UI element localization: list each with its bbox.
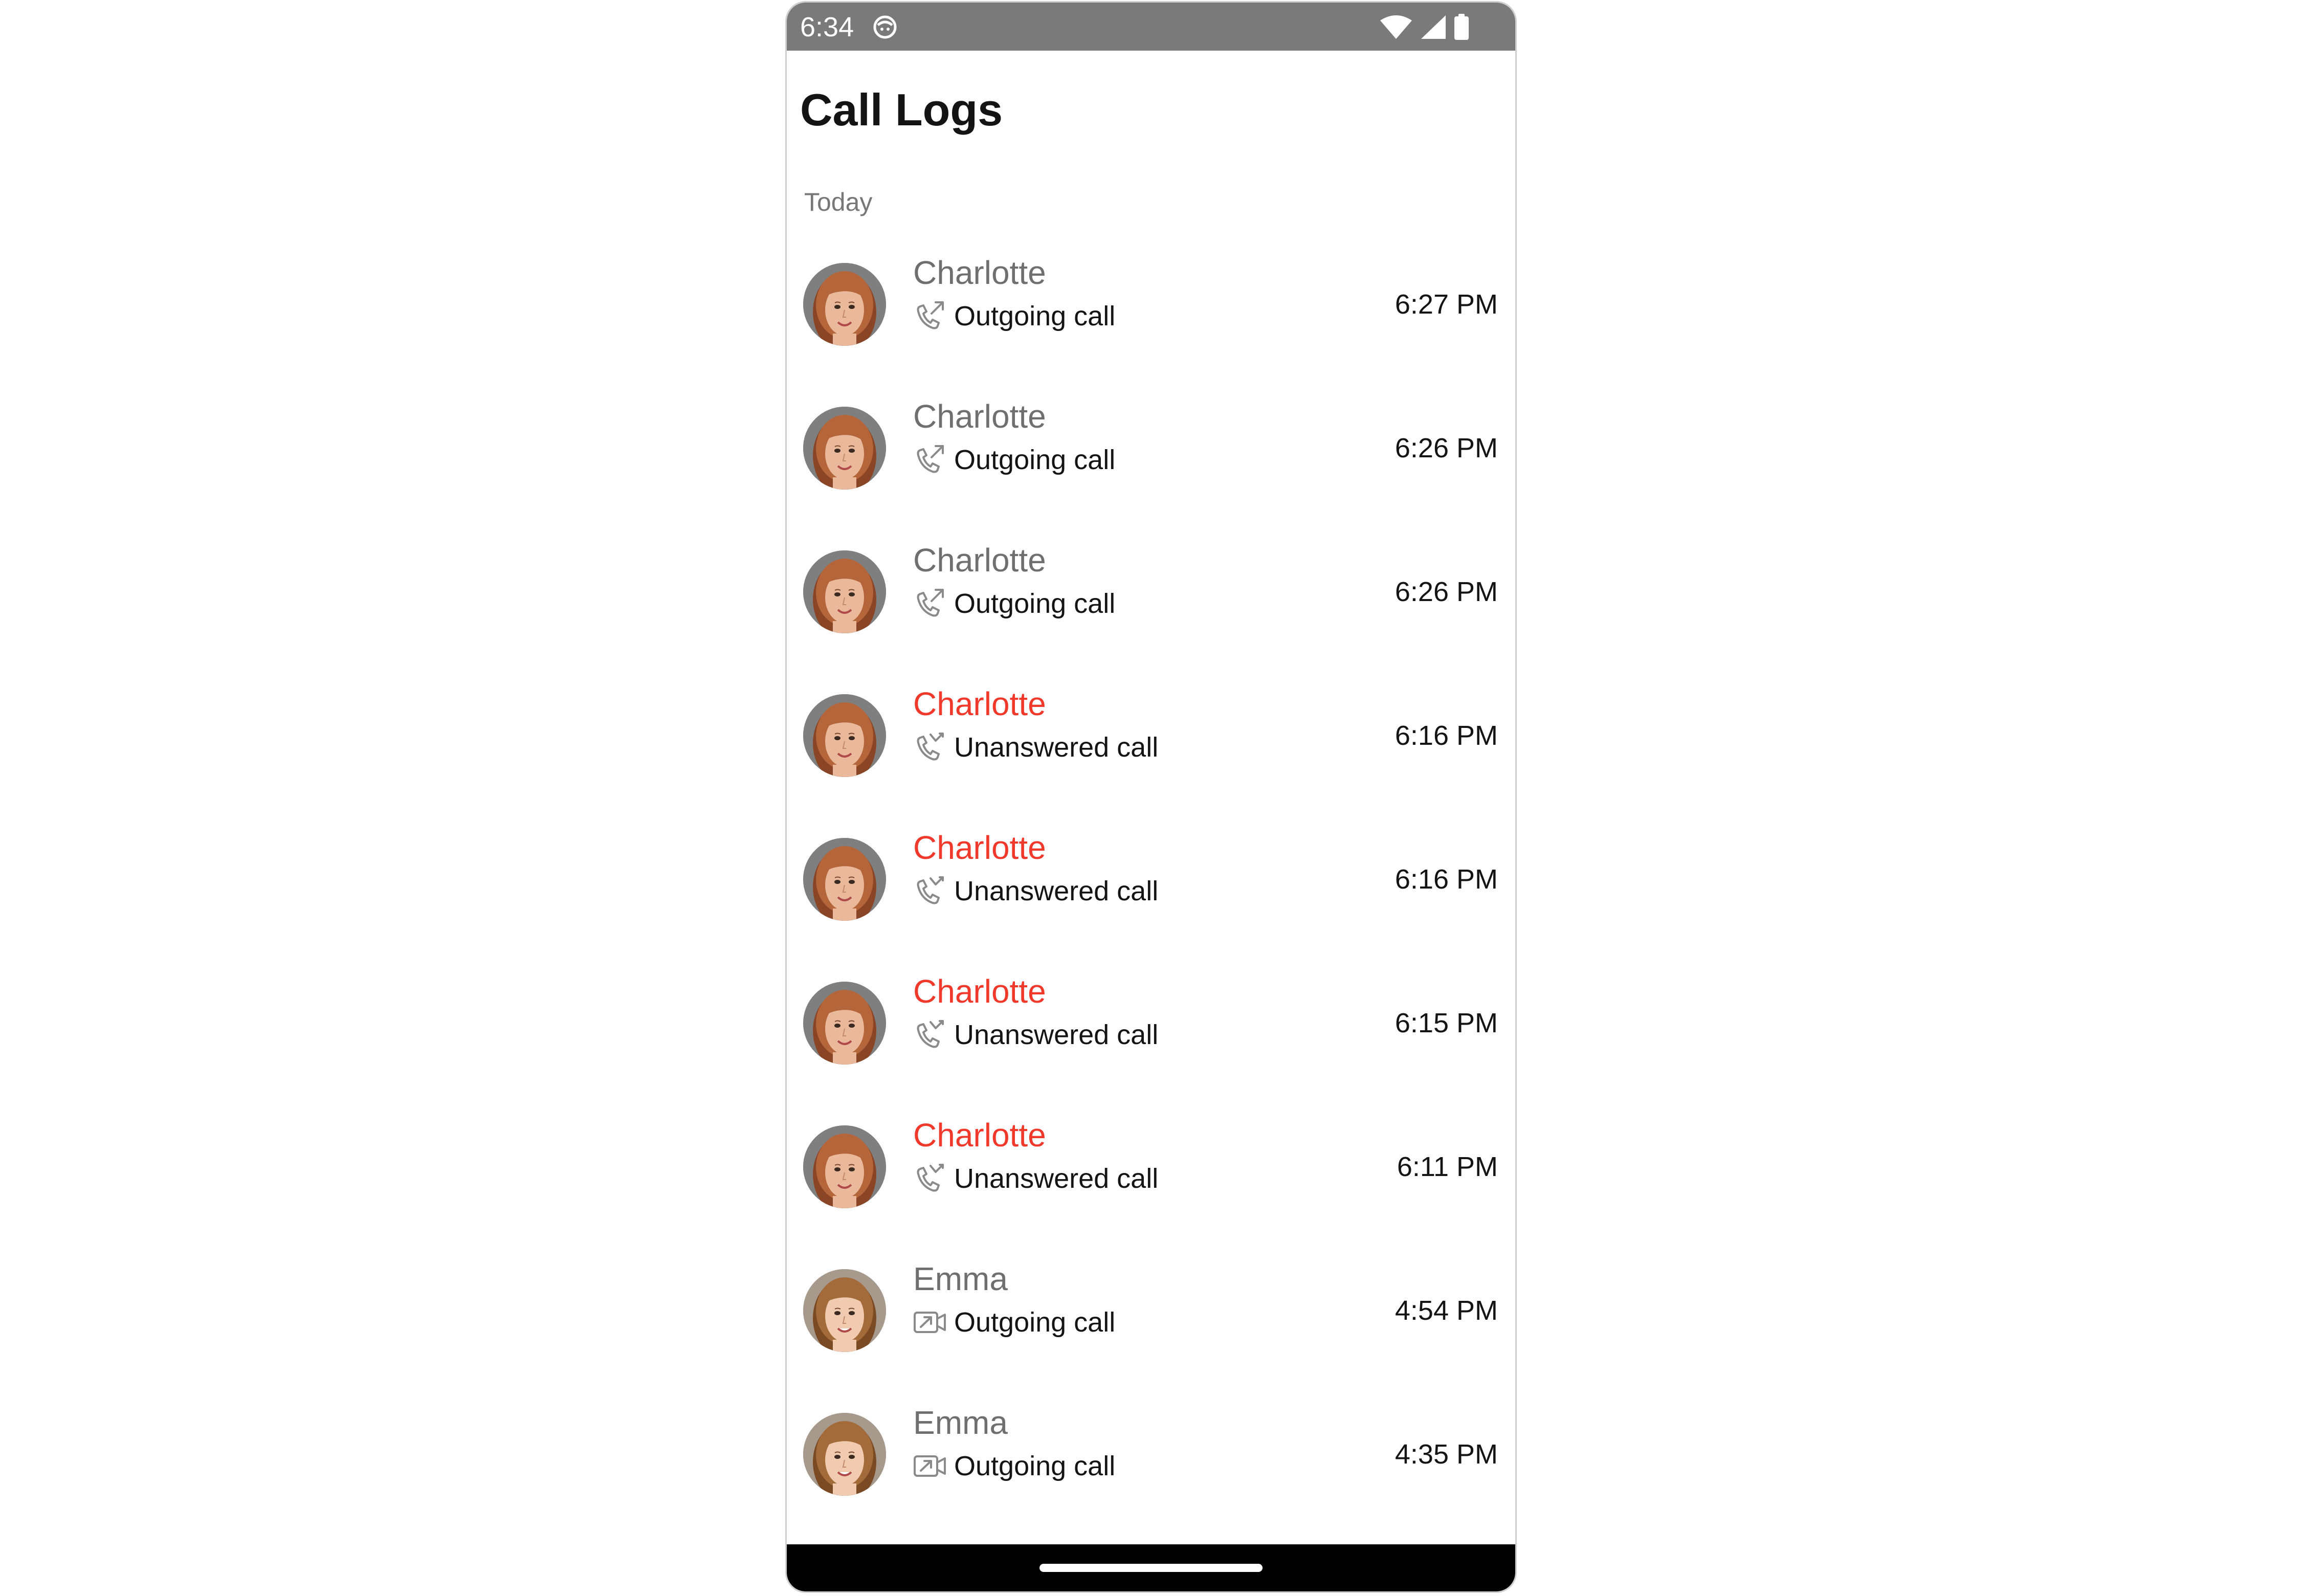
avatar <box>803 263 886 346</box>
call-log-item[interactable]: Charlotte Unanswered call 6:16 PM <box>787 808 1515 951</box>
call-type: Unanswered call <box>954 1163 1159 1194</box>
call-detail: Outgoing call <box>913 1448 1115 1484</box>
caller-name: Charlotte <box>913 542 1046 579</box>
caller-name: Charlotte <box>913 973 1046 1010</box>
missed-call-icon <box>913 1163 947 1194</box>
avatar <box>803 838 886 921</box>
call-time: 6:26 PM <box>1395 577 1498 607</box>
screen: 6:34 Call Logs Today Charlotte Outgoing … <box>0 0 2301 1596</box>
call-time: 6:16 PM <box>1395 720 1498 751</box>
section-header-today: Today <box>804 188 873 216</box>
missed-call-icon <box>913 731 947 763</box>
call-time: 4:54 PM <box>1395 1295 1498 1326</box>
page-title: Call Logs <box>800 84 1003 135</box>
call-time: 6:15 PM <box>1395 1008 1498 1038</box>
call-type: Outgoing call <box>954 301 1116 331</box>
wifi-icon <box>1380 15 1412 39</box>
call-log-item[interactable]: Emma Outgoing call 4:54 PM <box>787 1239 1515 1382</box>
avatar <box>803 407 886 490</box>
call-type: Unanswered call <box>954 732 1159 763</box>
call-detail: Unanswered call <box>913 729 1158 765</box>
avatar <box>803 1269 886 1352</box>
caller-name: Emma <box>913 1260 1008 1297</box>
call-time: 6:11 PM <box>1397 1151 1498 1182</box>
notification-app-icon <box>873 15 897 39</box>
call-detail: Outgoing call <box>913 442 1115 478</box>
missed-call-icon <box>913 1019 947 1051</box>
call-detail: Outgoing call <box>913 1304 1115 1340</box>
caller-name: Charlotte <box>913 685 1046 722</box>
call-log-item[interactable]: Emma Outgoing call 4:35 PM <box>787 1383 1515 1526</box>
outgoing-video-call-icon <box>913 1450 947 1482</box>
avatar <box>803 1413 886 1496</box>
status-bar: 6:34 <box>787 3 1515 51</box>
home-indicator[interactable] <box>1039 1564 1263 1572</box>
call-log-item[interactable]: Charlotte Unanswered call 6:11 PM <box>787 1095 1515 1238</box>
avatar <box>803 1125 886 1208</box>
caller-name: Charlotte <box>913 254 1046 291</box>
missed-call-icon <box>913 875 947 907</box>
status-time: 6:34 <box>800 12 854 42</box>
call-detail: Unanswered call <box>913 1017 1158 1053</box>
call-type: Outgoing call <box>954 445 1116 475</box>
caller-name: Emma <box>913 1404 1008 1441</box>
phone-frame: 6:34 Call Logs Today Charlotte Outgoing … <box>785 1 1517 1593</box>
call-detail: Outgoing call <box>913 298 1115 334</box>
call-time: 6:27 PM <box>1395 289 1498 320</box>
signal-icon <box>1421 15 1446 39</box>
call-time: 4:35 PM <box>1395 1439 1498 1470</box>
avatar <box>803 694 886 777</box>
outgoing-call-icon <box>913 444 947 476</box>
call-type: Outgoing call <box>954 1307 1116 1338</box>
call-log-item[interactable]: Charlotte Outgoing call 6:26 PM <box>787 376 1515 520</box>
outgoing-call-icon <box>913 300 947 332</box>
battery-icon <box>1454 14 1469 40</box>
call-type: Unanswered call <box>954 876 1159 906</box>
call-log-item[interactable]: Charlotte Unanswered call 6:15 PM <box>787 951 1515 1095</box>
call-log-item[interactable]: Charlotte Outgoing call 6:26 PM <box>787 520 1515 663</box>
outgoing-call-icon <box>913 588 947 619</box>
call-detail: Outgoing call <box>913 586 1115 622</box>
status-icons <box>1379 13 1469 41</box>
caller-name: Charlotte <box>913 398 1046 435</box>
call-type: Outgoing call <box>954 1451 1116 1481</box>
avatar <box>803 982 886 1065</box>
call-detail: Unanswered call <box>913 873 1158 909</box>
caller-name: Charlotte <box>913 1117 1046 1154</box>
call-detail: Unanswered call <box>913 1161 1158 1196</box>
call-log-item[interactable]: Charlotte Outgoing call 6:27 PM <box>787 233 1515 376</box>
call-type: Outgoing call <box>954 588 1116 619</box>
caller-name: Charlotte <box>913 829 1046 866</box>
call-time: 6:16 PM <box>1395 864 1498 895</box>
call-type: Unanswered call <box>954 1019 1159 1050</box>
avatar <box>803 550 886 633</box>
navigation-bar <box>787 1544 1515 1591</box>
outgoing-video-call-icon <box>913 1306 947 1338</box>
call-log-item[interactable]: Charlotte Unanswered call 6:16 PM <box>787 664 1515 807</box>
call-time: 6:26 PM <box>1395 433 1498 463</box>
